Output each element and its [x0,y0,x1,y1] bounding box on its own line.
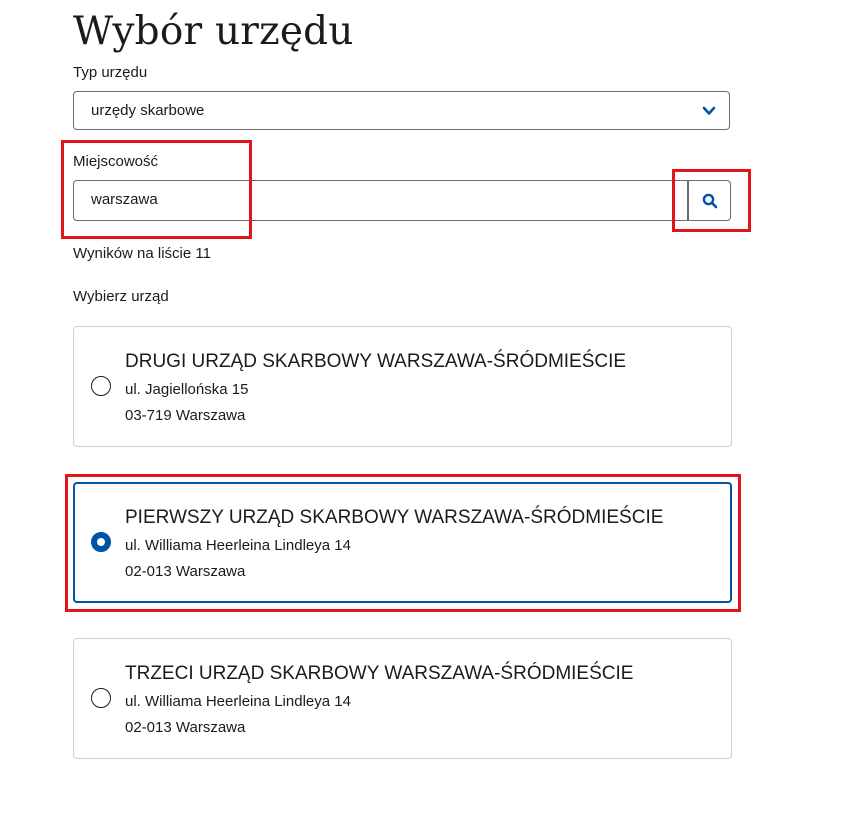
office-street: ul. Williama Heerleina Lindleya 14 [125,693,351,710]
office-type-label: Typ urzędu [73,64,148,81]
office-radio[interactable] [91,376,111,396]
office-type-selected-value: urzędy skarbowe [91,102,205,119]
office-city: 02-013 Warszawa [125,719,246,736]
locality-label: Miejscowość [73,153,159,170]
office-type-select[interactable]: urzędy skarbowe [73,91,730,130]
choose-office-label: Wybierz urząd [73,288,169,305]
office-card-selected[interactable]: PIERWSZY URZĄD SKARBOWY WARSZAWA-ŚRÓDMIE… [73,482,732,603]
office-street: ul. Jagiellońska 15 [125,381,249,398]
office-street: ul. Williama Heerleina Lindleya 14 [125,537,351,554]
office-city: 02-013 Warszawa [125,563,246,580]
locality-input[interactable] [91,191,671,208]
results-count: Wyników na liście 11 [73,245,211,262]
office-card[interactable]: DRUGI URZĄD SKARBOWY WARSZAWA-ŚRÓDMIEŚCI… [73,326,732,447]
office-name: PIERWSZY URZĄD SKARBOWY WARSZAWA-ŚRÓDMIE… [125,507,664,528]
office-city: 03-719 Warszawa [125,407,246,424]
office-name: DRUGI URZĄD SKARBOWY WARSZAWA-ŚRÓDMIEŚCI… [125,351,627,372]
page-title: Wybór urzędu [73,9,354,54]
chevron-down-icon [702,106,716,115]
locality-field[interactable] [73,180,688,221]
office-name: TRZECI URZĄD SKARBOWY WARSZAWA-ŚRÓDMIEŚC… [125,663,634,684]
office-radio[interactable] [91,688,111,708]
office-radio-checked[interactable] [91,532,111,552]
search-button[interactable] [688,180,731,221]
office-card[interactable]: TRZECI URZĄD SKARBOWY WARSZAWA-ŚRÓDMIEŚC… [73,638,732,759]
search-icon [702,193,718,209]
